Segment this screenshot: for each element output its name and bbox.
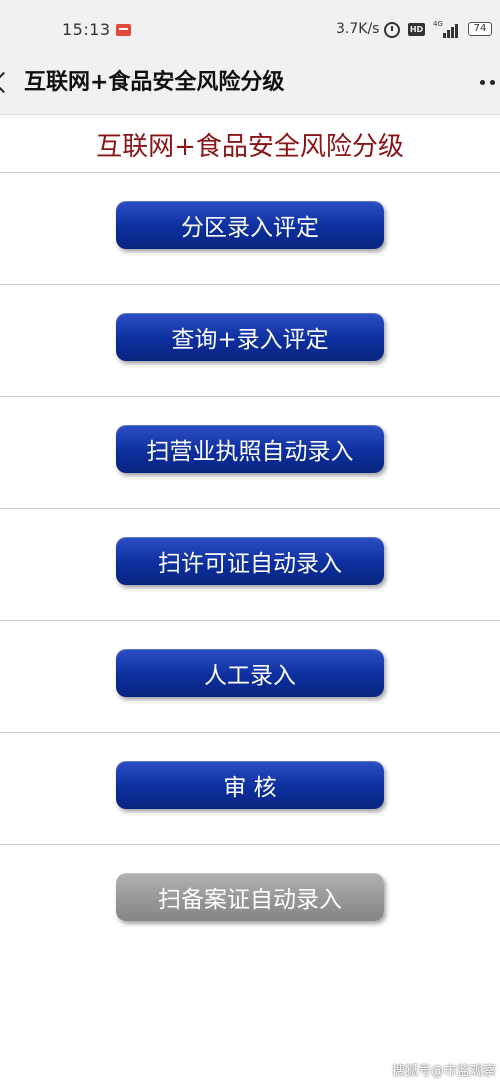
menu-list: 分区录入评定 查询+录入评定 扫营业执照自动录入 扫许可证自动录入 人工录入 审… bbox=[0, 172, 500, 956]
back-icon[interactable] bbox=[0, 71, 15, 94]
hd-badge: HD bbox=[408, 23, 425, 36]
watermark: 搜狐号@市监观察 bbox=[392, 1064, 497, 1079]
network-type-label: 4G bbox=[433, 20, 443, 28]
review-button[interactable]: 审 核 bbox=[116, 761, 384, 809]
menu-row: 分区录入评定 bbox=[0, 172, 500, 284]
header-title: 互联网+食品安全风险分级 bbox=[24, 70, 285, 95]
notification-icon bbox=[116, 24, 131, 36]
zone-entry-rating-button[interactable]: 分区录入评定 bbox=[116, 201, 384, 249]
menu-row: 扫备案证自动录入 bbox=[0, 844, 500, 956]
battery-icon: 74 bbox=[468, 22, 492, 36]
network-speed: 3.7K/s bbox=[336, 21, 380, 37]
menu-row: 扫营业执照自动录入 bbox=[0, 396, 500, 508]
scan-business-license-button[interactable]: 扫营业执照自动录入 bbox=[116, 425, 384, 473]
alarm-icon bbox=[384, 22, 400, 38]
status-bar: 15:13 3.7K/s HD 4G 74 bbox=[0, 0, 500, 50]
more-icon[interactable] bbox=[480, 80, 485, 85]
app-header: 互联网+食品安全风险分级 bbox=[0, 50, 500, 115]
status-time: 15:13 bbox=[62, 20, 111, 39]
menu-row: 扫许可证自动录入 bbox=[0, 508, 500, 620]
signal-icon bbox=[443, 22, 461, 38]
scan-filing-certificate-button[interactable]: 扫备案证自动录入 bbox=[116, 873, 384, 921]
manual-entry-button[interactable]: 人工录入 bbox=[116, 649, 384, 697]
menu-row: 审 核 bbox=[0, 732, 500, 844]
scan-permit-button[interactable]: 扫许可证自动录入 bbox=[116, 537, 384, 585]
page-title: 互联网+食品安全风险分级 bbox=[96, 132, 404, 162]
menu-row: 人工录入 bbox=[0, 620, 500, 732]
menu-row: 查询+录入评定 bbox=[0, 284, 500, 396]
query-entry-rating-button[interactable]: 查询+录入评定 bbox=[116, 313, 384, 361]
